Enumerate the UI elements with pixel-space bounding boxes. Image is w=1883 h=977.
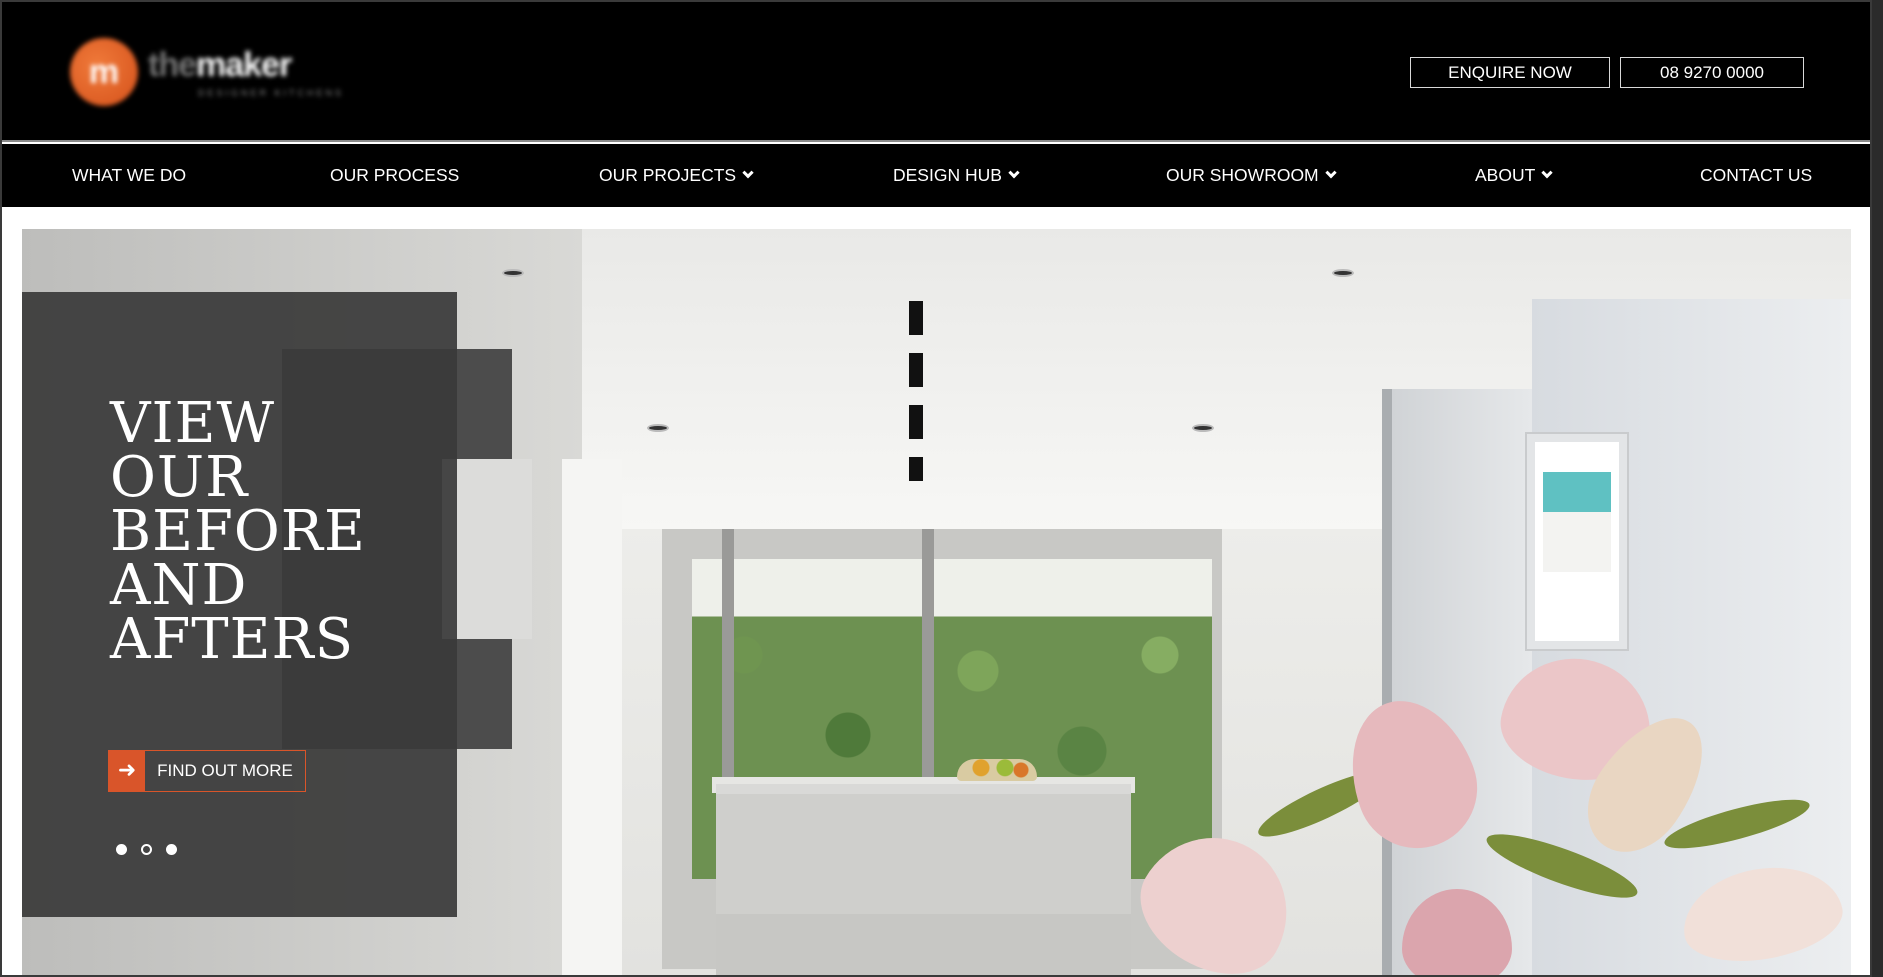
hero-wall-art-print [1543, 472, 1611, 572]
hero-petal [1329, 683, 1495, 865]
slide-dot-2[interactable] [141, 844, 152, 855]
enquire-now-button[interactable]: ENQUIRE NOW [1410, 57, 1610, 88]
hero-petal [1402, 889, 1512, 975]
chevron-down-icon [1541, 167, 1553, 179]
hero-column [562, 459, 622, 975]
nav-item-what-we-do[interactable]: WHAT WE DO [72, 144, 186, 207]
hero-wall-art [1527, 434, 1627, 649]
main-nav: WHAT WE DO OUR PROCESS OUR PROJECTS DESI… [2, 144, 1870, 207]
find-out-more-label: FIND OUT MORE [157, 761, 293, 780]
site-logo[interactable]: m themaker DESIGNER KITCHENS [70, 38, 360, 110]
find-out-more-button[interactable]: ➜ FIND OUT MORE [108, 750, 306, 792]
nav-item-about[interactable]: ABOUT [1475, 144, 1553, 207]
hero-petal [1119, 810, 1315, 975]
hero-downlight [1192, 424, 1214, 432]
hero-pendant-light [909, 301, 923, 481]
phone-button[interactable]: 08 9270 0000 [1620, 57, 1804, 88]
nav-item-our-process[interactable]: OUR PROCESS [330, 144, 459, 207]
site-header: m themaker DESIGNER KITCHENS ENQUIRE NOW… [2, 2, 1870, 142]
chevron-down-icon [742, 167, 754, 179]
chevron-down-icon [1008, 167, 1020, 179]
hero-petal [1675, 855, 1849, 973]
hero-downlight [1332, 269, 1354, 277]
slide-dot-3[interactable] [166, 844, 177, 855]
slider-dots [116, 844, 177, 855]
hero-island [716, 784, 1131, 975]
hero-flowers [1102, 646, 1851, 975]
hero-headline: VIEW OUR BEFORE AND AFTERS [110, 391, 366, 672]
chevron-down-icon [1324, 167, 1337, 179]
hero-downlight [502, 269, 524, 277]
nav-item-our-showroom[interactable]: OUR SHOWROOM [1166, 144, 1337, 207]
logo-wordmark: themaker [148, 46, 292, 84]
browser-viewport: m themaker DESIGNER KITCHENS ENQUIRE NOW… [0, 0, 1872, 977]
slide-dot-1[interactable] [116, 844, 127, 855]
nav-item-our-projects[interactable]: OUR PROJECTS [599, 144, 754, 207]
hero-fruit-bowl [957, 759, 1037, 781]
scrollbar[interactable] [1872, 0, 1883, 977]
logo-mark-icon: m [70, 38, 138, 106]
logo-tagline: DESIGNER KITCHENS [198, 88, 345, 98]
arrow-right-icon: ➜ [109, 751, 145, 791]
hero-downlight [647, 424, 669, 432]
nav-item-design-hub[interactable]: DESIGN HUB [893, 144, 1020, 207]
nav-item-contact-us[interactable]: CONTACT US [1700, 144, 1812, 207]
